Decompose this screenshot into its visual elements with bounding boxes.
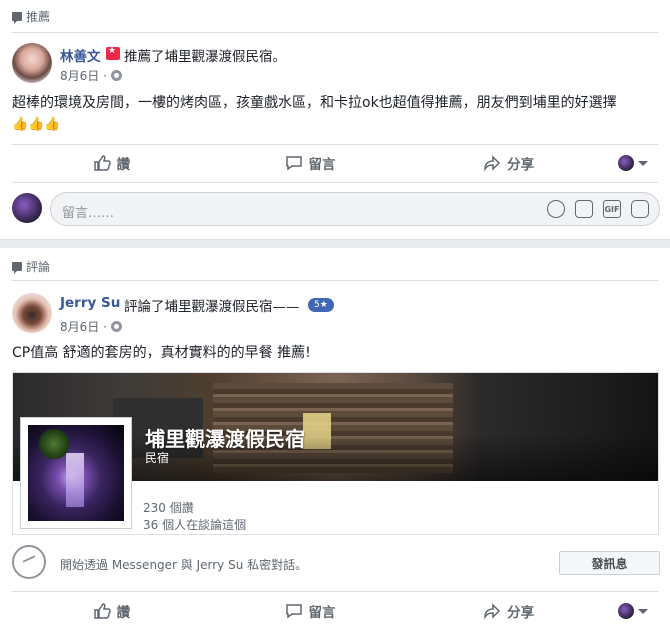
author-avatar[interactable] bbox=[12, 293, 52, 333]
author-avatar[interactable] bbox=[12, 43, 52, 83]
page-name[interactable]: 埔里觀瀑渡假民宿 bbox=[145, 423, 305, 452]
comment-button[interactable]: 留言 bbox=[211, 153, 410, 173]
thumbs-up-icon bbox=[93, 603, 111, 619]
viewer-avatar[interactable] bbox=[12, 193, 42, 223]
page-talking-count: 36 個人在談論這個 bbox=[143, 518, 247, 532]
share-audience-dropdown[interactable] bbox=[608, 155, 658, 171]
share-arrow-icon bbox=[484, 603, 501, 620]
section-label-review: 評論 bbox=[12, 258, 50, 275]
section-label-recommend: 推薦 bbox=[12, 8, 50, 25]
comment-bubble-icon bbox=[12, 12, 22, 24]
divider bbox=[12, 591, 658, 592]
divider bbox=[12, 144, 658, 145]
post-emoji: 👍👍👍 bbox=[12, 117, 61, 132]
comment-icon bbox=[285, 156, 302, 171]
post-meta: 8月6日 · bbox=[60, 318, 122, 335]
post-meta: 8月6日 · bbox=[60, 67, 122, 84]
post-body: CP值高 舒適的套房的，真材實料的的早餐 推薦! bbox=[12, 345, 311, 361]
chevron-down-icon bbox=[638, 160, 649, 166]
page-badge-icon bbox=[106, 46, 120, 60]
divider bbox=[12, 280, 658, 281]
divider bbox=[12, 182, 658, 183]
camera-icon[interactable] bbox=[575, 200, 593, 218]
page-profile-photo[interactable] bbox=[20, 417, 132, 529]
comment-tools: GIF bbox=[547, 200, 649, 218]
comment-button[interactable]: 留言 bbox=[211, 601, 410, 621]
divider bbox=[12, 32, 658, 33]
sticker-icon[interactable] bbox=[631, 200, 649, 218]
page-preview-card[interactable]: 埔里觀瀑渡假民宿 民宿 230 個讚 36 個人在談論這個 bbox=[12, 372, 659, 535]
comment-icon bbox=[285, 604, 302, 619]
thumbs-up-icon bbox=[93, 155, 111, 171]
like-button[interactable]: 讚 bbox=[12, 153, 211, 173]
post-actions: 讚 留言 分享 bbox=[12, 146, 658, 180]
globe-icon bbox=[110, 321, 122, 332]
recommendation-post: 推薦 林善文 推薦了埔里觀瀑渡假民宿。 8月6日 · 超棒的環境及房間，一樓的烤… bbox=[0, 0, 670, 240]
comment-input[interactable]: 留言…… GIF bbox=[50, 192, 660, 226]
post-action-text[interactable]: 評論了埔里觀瀑渡假民宿—— bbox=[124, 295, 300, 315]
share-button[interactable]: 分享 bbox=[409, 153, 608, 173]
post-actions: 讚 留言 分享 bbox=[12, 594, 658, 628]
send-message-button[interactable]: 發訊息 bbox=[559, 551, 660, 575]
gif-icon[interactable]: GIF bbox=[603, 200, 621, 218]
messenger-prompt: 開始透過 Messenger 與 Jerry Su 私密對話。 bbox=[60, 558, 308, 572]
chevron-down-icon bbox=[638, 608, 649, 614]
globe-icon bbox=[110, 70, 122, 81]
page-category: 民宿 bbox=[145, 451, 170, 465]
post-date[interactable]: 8月6日 · bbox=[60, 318, 107, 335]
like-button[interactable]: 讚 bbox=[12, 601, 211, 621]
post-body: 超棒的環境及房間，一樓的烤肉區，孩童戲水區，和卡拉ok也超值得推薦，朋友們到埔里… bbox=[12, 92, 662, 136]
author-name[interactable]: Jerry Su bbox=[60, 295, 120, 311]
post-action-text[interactable]: 推薦了埔里觀瀑渡假民宿。 bbox=[124, 45, 286, 65]
rating-badge: 5★ bbox=[308, 298, 334, 312]
share-button[interactable]: 分享 bbox=[409, 601, 608, 621]
share-arrow-icon bbox=[484, 155, 501, 172]
comment-bubble-icon bbox=[12, 262, 22, 274]
emoji-icon[interactable] bbox=[547, 200, 565, 218]
share-audience-dropdown[interactable] bbox=[608, 603, 658, 619]
viewer-avatar bbox=[618, 603, 635, 619]
messenger-icon bbox=[12, 545, 46, 579]
author-name[interactable]: 林善文 bbox=[60, 45, 101, 65]
page-likes-count: 230 個讚 bbox=[143, 501, 194, 515]
viewer-avatar bbox=[618, 155, 635, 171]
post-date[interactable]: 8月6日 · bbox=[60, 67, 107, 84]
